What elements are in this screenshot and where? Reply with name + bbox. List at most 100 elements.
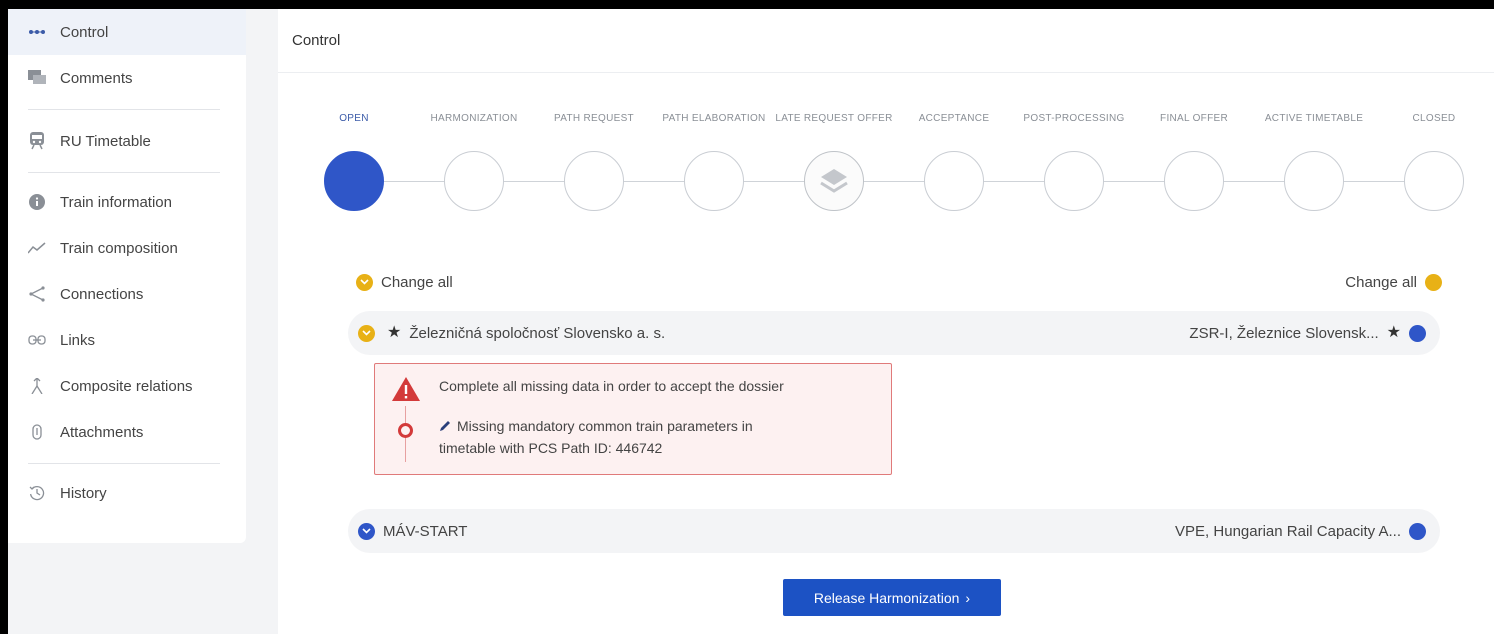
layers-icon [820,169,848,193]
party-left-name: MÁV-START [383,522,468,540]
main-panel: Control OPEN HARMONIZATION PATH REQUEST … [278,9,1494,634]
expand-toggle[interactable] [358,324,375,342]
step-open[interactable]: OPEN [294,109,414,211]
step-circle[interactable] [1404,151,1464,211]
step-label: HARMONIZATION [430,113,518,124]
step-label: OPEN [339,113,369,124]
sidebar: Control Comments RU Timetable Train info… [8,9,246,543]
sidebar-divider [28,109,220,110]
step-harmonization[interactable]: HARMONIZATION [414,109,534,211]
party-left-name: Železničná spoločnosť Slovensko a. s. [409,324,666,342]
step-circle-current[interactable] [324,151,384,211]
sidebar-item-comments[interactable]: Comments [8,55,246,101]
step-circle[interactable] [1164,151,1224,211]
comments-icon [26,67,48,89]
party-right-name: VPE, Hungarian Rail Capacity A... [1175,522,1401,540]
sidebar-divider [28,463,220,464]
process-stepper: OPEN HARMONIZATION PATH REQUEST PATH ELA… [324,109,1474,229]
party-row[interactable]: ★ Železničná spoločnosť Slovensko a. s. … [348,311,1440,355]
sidebar-item-attachments[interactable]: Attachments [8,409,246,455]
alert-item-text-line1: Missing mandatory common train parameter… [457,418,753,434]
sidebar-item-links[interactable]: Links [8,317,246,363]
sidebar-item-control[interactable]: Control [8,9,246,55]
link-icon [26,329,48,351]
step-label: ACCEPTANCE [918,113,990,124]
step-path-elaboration[interactable]: PATH ELABORATION [654,109,774,211]
step-label: ACTIVE TIMETABLE [1264,113,1364,124]
step-label: PATH ELABORATION [662,113,766,124]
step-circle-layered[interactable] [804,151,864,211]
sidebar-item-train-composition[interactable]: Train composition [8,225,246,271]
step-circle[interactable] [924,151,984,211]
step-path-request[interactable]: PATH REQUEST [534,109,654,211]
step-label: PATH REQUEST [554,113,634,124]
chevron-right-icon: › [965,589,971,606]
release-button-label: Release Harmonization [813,589,960,606]
party-right-name: ZSR-I, Železnice Slovensk... [1189,324,1379,342]
sidebar-item-label: Train composition [60,239,178,257]
step-acceptance[interactable]: ACCEPTANCE [894,109,1014,211]
paperclip-icon [26,421,48,443]
sidebar-item-ru-timetable[interactable]: RU Timetable [8,118,246,164]
chevron-down-icon [362,528,371,534]
alert-title: Complete all missing data in order to ac… [439,378,784,394]
trend-icon [26,237,48,259]
sidebar-item-label: RU Timetable [60,132,151,150]
dots-icon [26,21,48,43]
page-title: Control [278,9,1494,73]
chevron-down-icon [360,279,369,285]
step-circle[interactable] [444,151,504,211]
sidebar-item-label: Composite relations [60,377,193,395]
sidebar-divider [28,172,220,173]
expand-toggle[interactable] [358,522,375,540]
train-icon [26,130,48,152]
status-dot[interactable] [1409,324,1426,342]
warning-icon [391,376,421,407]
change-all-left-toggle[interactable] [356,273,373,291]
sidebar-item-train-information[interactable]: Train information [8,179,246,225]
sidebar-item-history[interactable]: History [8,470,246,516]
step-circle[interactable] [1044,151,1104,211]
stepper-line [354,181,1434,182]
info-icon [26,191,48,213]
step-circle[interactable] [1284,151,1344,211]
sidebar-item-label: Attachments [60,423,144,441]
step-circle[interactable] [684,151,744,211]
change-all-right-label[interactable]: Change all [1345,274,1417,291]
step-final-offer[interactable]: FINAL OFFER [1134,109,1254,211]
sidebar-item-label: Comments [60,69,133,87]
step-late-request-offer[interactable]: LATE REQUEST OFFER [774,109,894,211]
share-icon [26,283,48,305]
step-post-processing[interactable]: POST-PROCESSING [1014,109,1134,211]
history-icon [26,482,48,504]
change-all-left-label[interactable]: Change all [381,274,453,291]
step-label: LATE REQUEST OFFER [775,113,893,124]
sidebar-item-label: History [60,484,107,502]
star-icon: ★ [1386,324,1401,341]
step-closed[interactable]: CLOSED [1374,109,1494,211]
sidebar-item-label: Control [60,23,109,41]
step-circle[interactable] [564,151,624,211]
step-label: POST-PROCESSING [1023,113,1125,124]
step-label: FINAL OFFER [1160,113,1228,124]
sidebar-item-label: Connections [60,285,144,303]
missing-data-alert: Complete all missing data in order to ac… [374,363,892,475]
status-dot[interactable] [1409,522,1426,540]
party-row[interactable]: MÁV-START VPE, Hungarian Rail Capacity A… [348,509,1440,553]
sidebar-item-connections[interactable]: Connections [8,271,246,317]
sidebar-item-composite-relations[interactable]: Composite relations [8,363,246,409]
step-label: CLOSED [1412,113,1456,124]
app-frame: Control Comments RU Timetable Train info… [8,9,1494,634]
star-icon: ★ [387,324,402,341]
sidebar-item-label: Train information [60,193,172,211]
timeline-ring-icon [398,423,413,438]
pencil-icon [440,421,450,431]
sidebar-item-label: Links [60,331,96,349]
alert-item-text-line2: timetable with PCS Path ID: 446742 [439,440,663,456]
change-all-row: Change all Change all [356,268,1442,296]
step-active-timetable[interactable]: ACTIVE TIMETABLE [1254,109,1374,211]
alert-item[interactable]: Missing mandatory common train parameter… [439,418,753,434]
branch-icon [26,375,48,397]
release-harmonization-button[interactable]: Release Harmonization › [783,579,1001,616]
change-all-right-toggle[interactable] [1425,273,1442,291]
